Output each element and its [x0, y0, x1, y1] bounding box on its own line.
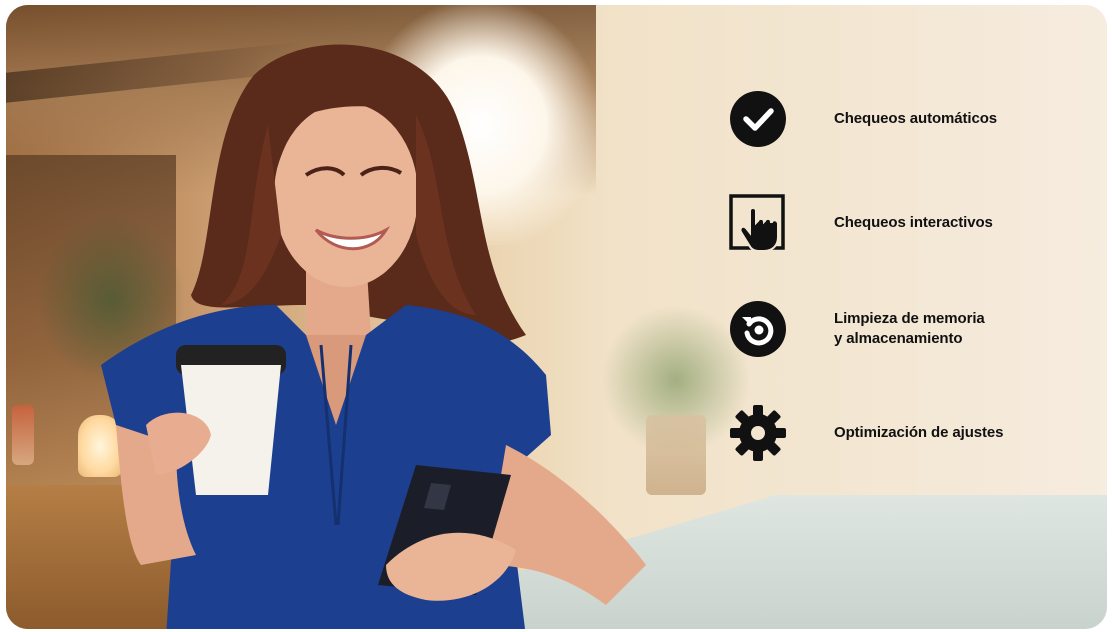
touch-screen-hand-icon: [728, 193, 788, 253]
feature-label: Limpieza de memoria y almacenamiento: [834, 310, 985, 347]
refresh-cycle-icon: [728, 299, 788, 359]
feature-item-memory-cleanup: Limpieza de memoria y almacenamiento: [728, 299, 1088, 359]
feature-item-settings-optimization: Optimización de ajustes: [728, 403, 1088, 463]
feature-label: Optimización de ajustes: [834, 424, 1004, 441]
feature-label: Chequeos interactivos: [834, 214, 993, 231]
promo-banner: Chequeos automáticos Chequeos interactiv…: [6, 5, 1107, 629]
check-circle-icon: [728, 89, 788, 149]
gear-icon: [728, 403, 788, 463]
feature-label: Chequeos automáticos: [834, 110, 998, 127]
woman-with-phone-photo: [101, 44, 646, 629]
feature-item-auto-checks: Chequeos automáticos: [728, 89, 1088, 149]
feature-item-interactive-checks: Chequeos interactivos: [728, 193, 1088, 253]
